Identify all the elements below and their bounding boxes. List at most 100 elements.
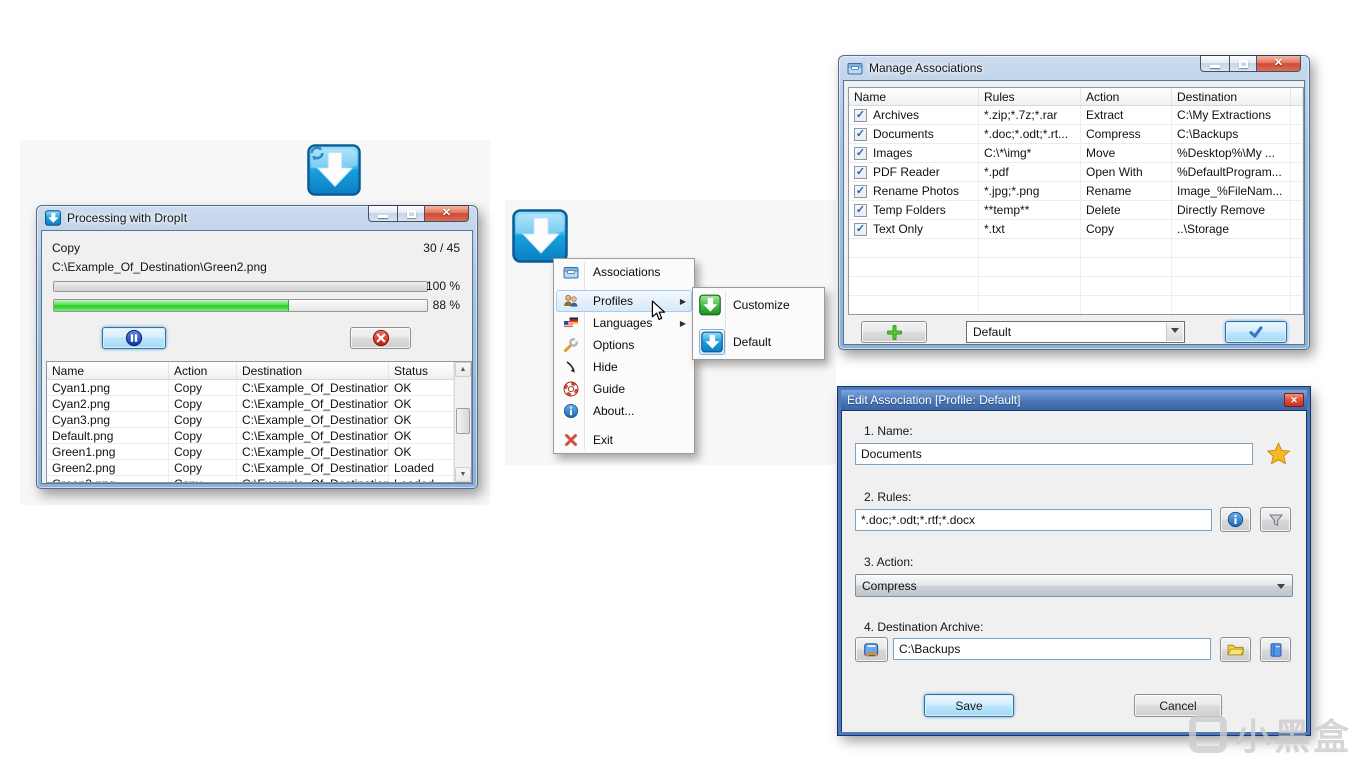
column-header-name[interactable]: Name (849, 88, 979, 105)
column-header-spacer (1291, 88, 1303, 105)
name-label: 1. Name: (864, 424, 913, 438)
menu-item-label: Exit (593, 433, 614, 447)
cell-action: Copy (169, 460, 237, 476)
row-checkbox[interactable]: ✓ (854, 222, 867, 236)
save-button[interactable]: Save (924, 694, 1014, 717)
destination-field[interactable] (893, 638, 1211, 660)
column-header-destination[interactable]: Destination (237, 362, 389, 379)
column-header-status[interactable]: Status (389, 362, 454, 379)
scrollbar-vertical[interactable]: ▲ ▼ (454, 362, 471, 482)
table-row[interactable]: ✓ Archives *.zip;*.7z;*.rar Extract C:\My… (849, 106, 1303, 125)
table-row[interactable]: Cyan2.png Copy C:\Example_Of_Destination… (47, 396, 454, 412)
scroll-up-arrow[interactable]: ▲ (455, 362, 471, 377)
cell-name: Documents (873, 127, 934, 141)
cell-destination: C:\Backups (1172, 125, 1291, 144)
row-checkbox[interactable]: ✓ (854, 127, 867, 141)
row-checkbox[interactable]: ✓ (854, 165, 867, 179)
column-header-destination[interactable]: Destination (1172, 88, 1291, 105)
minimize-button[interactable] (368, 205, 397, 222)
abort-button[interactable] (350, 327, 411, 349)
rules-info-button[interactable] (1220, 507, 1251, 532)
table-row[interactable]: Green3.png Copy C:\Example_Of_Destinatio… (47, 476, 454, 482)
profile-dropdown-value: Default (973, 325, 1012, 339)
menu-item-languages[interactable]: Languages ▶ (556, 312, 692, 334)
menu-separator (589, 286, 691, 287)
abbreviations-button[interactable] (1260, 637, 1291, 662)
table-row[interactable]: Cyan1.png Copy C:\Example_Of_Destination… (47, 380, 454, 396)
wrench-icon (564, 338, 579, 352)
menu-item-options[interactable]: Options (556, 334, 692, 356)
dropit-floating-icon[interactable] (307, 143, 361, 197)
dropit-tray-icon[interactable] (512, 209, 568, 263)
apply-button[interactable] (1225, 321, 1287, 343)
table-row[interactable]: ✓ Temp Folders **temp** Delete Directly R… (849, 201, 1303, 220)
tray-context-menu: Associations Profiles ▶ Languages ▶ Opti… (553, 258, 695, 454)
cell-name: Default.png (47, 428, 169, 444)
edit-association-window: Edit Association [Profile: Default] ✕ 1.… (838, 387, 1310, 735)
star-icon[interactable] (1266, 441, 1291, 466)
table-row[interactable]: Green1.png Copy C:\Example_Of_Destinatio… (47, 444, 454, 460)
menu-item-label: Associations (593, 265, 661, 279)
destination-action-button[interactable] (855, 637, 888, 662)
menu-item-exit[interactable]: Exit (556, 429, 692, 451)
menu-item-hide[interactable]: Hide (556, 356, 692, 378)
save-button-label: Save (955, 698, 983, 713)
row-checkbox[interactable]: ✓ (854, 184, 867, 198)
associations-table-body: ✓ Archives *.zip;*.7z;*.rar Extract C:\My… (849, 106, 1303, 314)
operation-label: Copy (52, 241, 81, 255)
menu-item-profiles[interactable]: Profiles ▶ (556, 290, 692, 312)
table-row[interactable]: Green2.png Copy C:\Example_Of_Destinatio… (47, 460, 454, 476)
rules-field[interactable] (855, 509, 1212, 531)
action-dropdown[interactable]: Compress (855, 574, 1293, 597)
minimize-button[interactable] (1200, 55, 1229, 72)
dropdown-button[interactable] (1166, 323, 1183, 341)
dropit-green-icon (699, 294, 721, 316)
table-row[interactable]: ✓ Images C:\*\img* Move %Desktop%\My ... (849, 144, 1303, 163)
close-button[interactable]: ✕ (1284, 393, 1304, 407)
info-icon (1227, 511, 1244, 528)
add-association-button[interactable] (861, 321, 927, 343)
cell-status: OK (389, 444, 454, 460)
menu-item-associations[interactable]: Associations (556, 261, 692, 283)
menu-item-about[interactable]: About... (556, 400, 692, 422)
row-checkbox[interactable]: ✓ (854, 108, 867, 122)
pause-button[interactable] (102, 327, 166, 349)
edit-client: 1. Name: 2. Rules: 3. Action: (841, 410, 1307, 732)
column-header-name[interactable]: Name (47, 362, 169, 379)
table-row[interactable]: ✓ Text Only *.txt Copy ..\Storage (849, 220, 1303, 239)
maximize-button[interactable] (397, 205, 424, 222)
close-button[interactable]: ✕ (1256, 55, 1301, 72)
table-row[interactable]: Cyan3.png Copy C:\Example_Of_Destination… (47, 412, 454, 428)
submenu-item-customize[interactable]: Customize (695, 290, 822, 320)
submenu-item-label: Default (733, 335, 772, 349)
maximize-button[interactable] (1229, 55, 1256, 72)
cell-name: Cyan2.png (47, 396, 169, 412)
menu-item-guide[interactable]: Guide (556, 378, 692, 400)
close-button[interactable]: ✕ (424, 205, 469, 222)
row-checkbox[interactable]: ✓ (854, 203, 867, 217)
submenu-arrow-icon: ▶ (679, 318, 686, 328)
lifebuoy-icon (563, 381, 579, 397)
empty-row (849, 277, 1303, 296)
profile-dropdown[interactable]: Default (966, 321, 1185, 343)
check-icon (1249, 326, 1263, 338)
table-row[interactable]: Default.png Copy C:\Example_Of_Destinati… (47, 428, 454, 444)
table-row[interactable]: ✓ PDF Reader *.pdf Open With %DefaultProg… (849, 163, 1303, 182)
submenu-item-default[interactable]: Default (695, 327, 822, 357)
destination-label: 4. Destination Archive: (864, 620, 984, 634)
column-header-action[interactable]: Action (169, 362, 237, 379)
name-field[interactable] (855, 443, 1253, 465)
selected-profile-frame (699, 329, 725, 355)
scroll-thumb[interactable] (456, 408, 470, 434)
column-header-action[interactable]: Action (1081, 88, 1172, 105)
column-header-rules[interactable]: Rules (979, 88, 1081, 105)
table-row[interactable]: ✓ Documents *.doc;*.odt;*.rt... Compress … (849, 125, 1303, 144)
table-row[interactable]: ✓ Rename Photos *.jpg;*.png Rename Image_… (849, 182, 1303, 201)
row-checkbox[interactable]: ✓ (854, 146, 867, 160)
scroll-down-arrow[interactable]: ▼ (455, 467, 471, 482)
browse-folder-button[interactable] (1220, 637, 1251, 662)
window-title: Processing with DropIt (67, 210, 188, 225)
folder-open-icon (1227, 644, 1244, 656)
cell-name: Archives (873, 108, 920, 122)
rules-filter-button[interactable] (1260, 507, 1291, 532)
